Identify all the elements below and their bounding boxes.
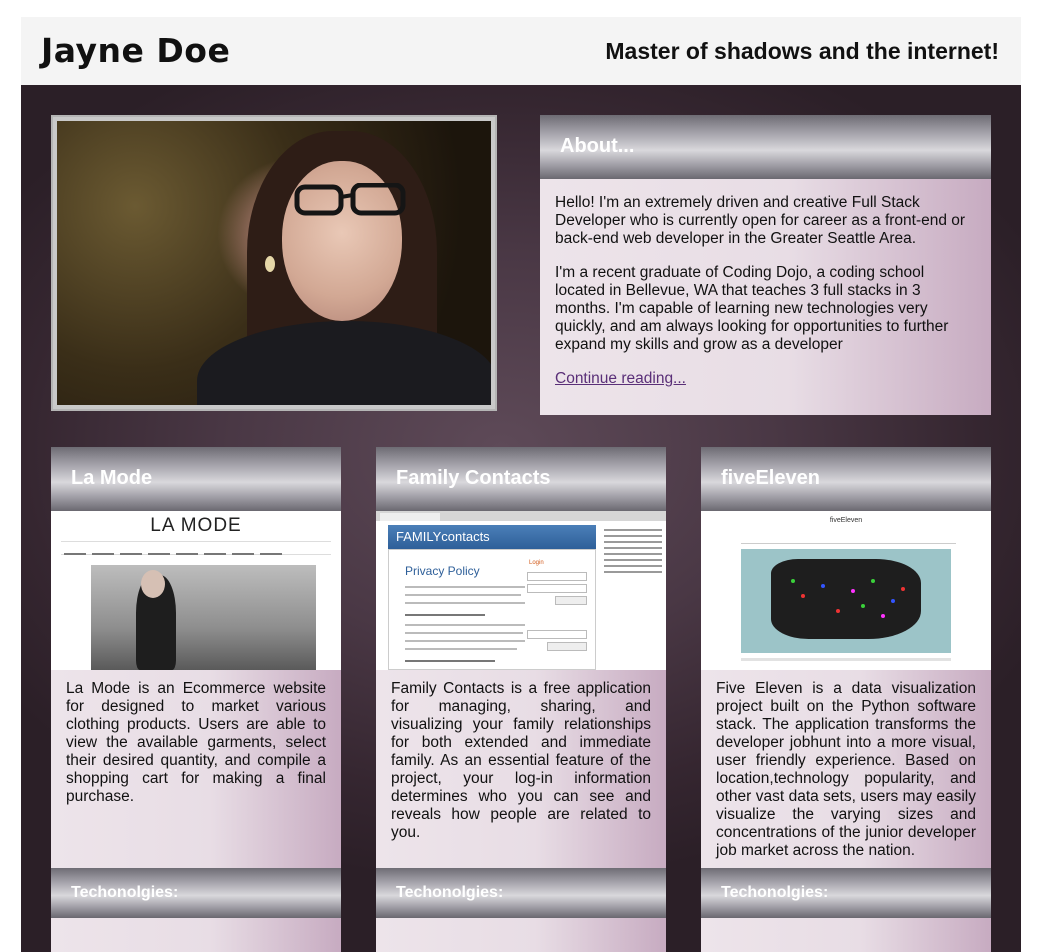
project-description: La Mode is an Ecommerce website for desi… — [66, 680, 326, 805]
about-title: About... — [560, 135, 635, 157]
glasses-graphic — [294, 183, 406, 216]
technologies-header: Techonolgies: — [376, 868, 666, 918]
profile-photo — [57, 121, 491, 405]
site-tagline: Master of shadows and the internet! — [605, 38, 999, 64]
about-paragraph-2: I'm a recent graduate of Coding Dojo, a … — [555, 264, 949, 353]
about-header: About... — [540, 115, 991, 179]
profile-photo-frame — [51, 115, 497, 411]
site-name: Jayne Doe — [41, 31, 231, 70]
project-header: La Mode — [51, 447, 341, 511]
technologies-title: Techonolgies: — [721, 884, 829, 901]
map-graphic — [741, 549, 951, 653]
project-screenshot[interactable]: fiveEleven — [701, 511, 991, 670]
project-header: Family Contacts — [376, 447, 666, 511]
project-card-five-eleven: fiveEleven fiveEleven Five Eleven is a d… — [701, 447, 991, 952]
about-paragraph-1: Hello! I'm an extremely driven and creat… — [555, 194, 966, 247]
screenshot-title: fiveEleven — [829, 517, 863, 524]
project-header: fiveEleven — [701, 447, 991, 511]
project-title: fiveEleven — [721, 467, 820, 489]
project-title: La Mode — [71, 467, 153, 489]
main-content: About... Hello! I'm an extremely driven … — [21, 85, 1021, 952]
about-card: About... Hello! I'm an extremely driven … — [540, 115, 991, 415]
continue-reading-link[interactable]: Continue reading... — [555, 370, 686, 387]
project-screenshot[interactable]: LA MODE — [51, 511, 341, 670]
technologies-header: Techonolgies: — [51, 868, 341, 918]
screenshot-header: FAMILYcontacts — [388, 525, 596, 549]
screenshot-login-label: Login — [529, 560, 544, 566]
screenshot-heading: Privacy Policy — [405, 564, 480, 578]
technologies-title: Techonolgies: — [71, 884, 179, 901]
screenshot-title: LA MODE — [150, 515, 242, 536]
project-title: Family Contacts — [396, 467, 551, 489]
technologies-header: Techonolgies: — [701, 868, 991, 918]
technologies-title: Techonolgies: — [396, 884, 504, 901]
project-card-la-mode: La Mode LA MODE La Mode is an Ecommerce … — [51, 447, 341, 952]
project-description: Five Eleven is a data visualization proj… — [716, 680, 976, 859]
site-header: Jayne Doe Master of shadows and the inte… — [21, 17, 1021, 85]
project-screenshot[interactable]: FAMILYcontacts Privacy Policy Login — [376, 511, 666, 670]
project-description: Family Contacts is a free application fo… — [391, 680, 651, 841]
project-card-family-contacts: Family Contacts FAMILYcontacts Privacy P… — [376, 447, 666, 952]
